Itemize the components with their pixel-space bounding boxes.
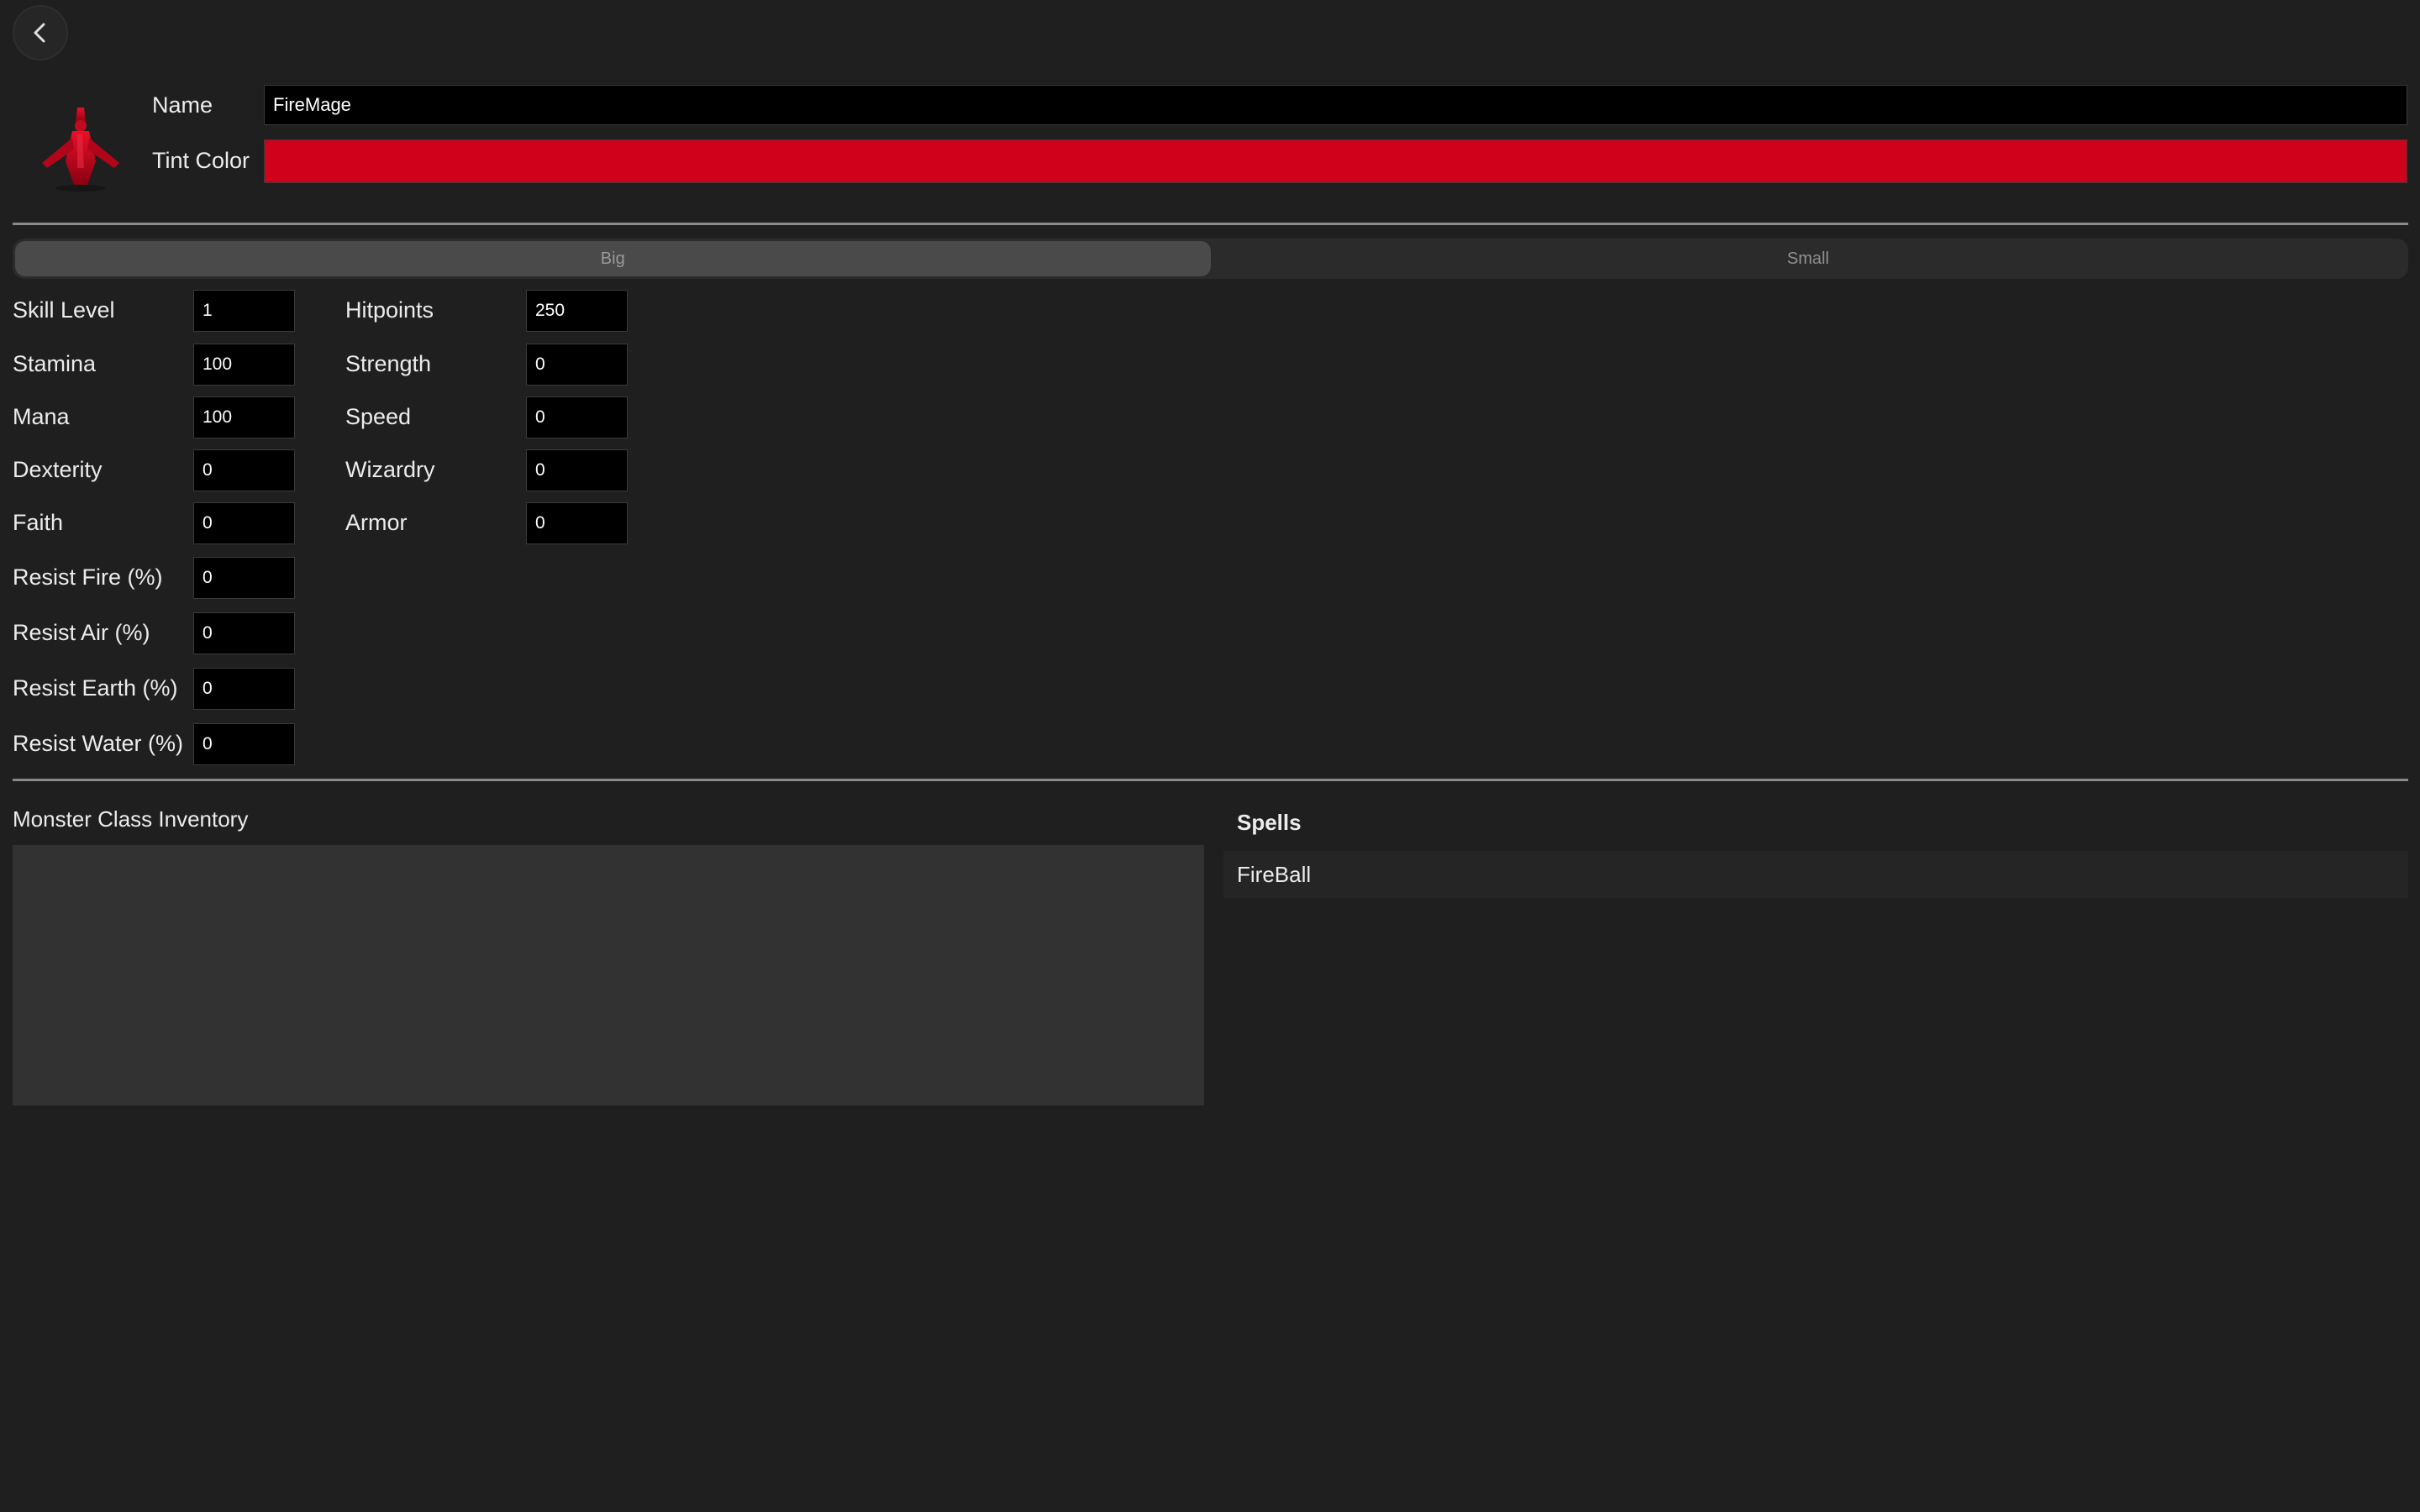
stat-label-stamina: Stamina <box>13 351 97 376</box>
name-label: Name <box>152 92 213 118</box>
stat-label-faith: Faith <box>13 510 64 535</box>
inventory-title: Monster Class Inventory <box>13 806 249 832</box>
stat-label-wizardry: Wizardry <box>345 457 435 482</box>
stat-input-wizardry[interactable] <box>526 449 628 491</box>
stat-input-resist-earth[interactable] <box>193 668 295 710</box>
stat-input-stamina[interactable] <box>193 344 295 386</box>
stat-label-armor: Armor <box>345 510 408 535</box>
name-input[interactable] <box>264 85 2407 125</box>
stat-input-speed[interactable] <box>526 396 628 438</box>
stat-input-resist-fire[interactable] <box>193 557 295 599</box>
stat-label-mana: Mana <box>13 404 70 429</box>
size-segmented-control: Big Small <box>13 239 2408 279</box>
stat-label-skill-level: Skill Level <box>13 297 115 323</box>
stat-label-hitpoints: Hitpoints <box>345 297 434 323</box>
back-button[interactable] <box>13 5 68 60</box>
stat-input-hitpoints[interactable] <box>526 290 628 332</box>
divider-bottom <box>13 779 2408 781</box>
stat-input-strength[interactable] <box>526 344 628 386</box>
stat-label-dexterity: Dexterity <box>13 457 103 482</box>
stat-label-strength: Strength <box>345 351 432 376</box>
stat-label-resist-water: Resist Water (%) <box>13 731 184 756</box>
stat-input-armor[interactable] <box>526 502 628 544</box>
chevron-left-icon <box>34 23 45 43</box>
stat-input-faith[interactable] <box>193 502 295 544</box>
stat-label-resist-earth: Resist Earth (%) <box>13 675 178 701</box>
monster-sprite-icon[interactable] <box>34 101 128 195</box>
tint-color-swatch[interactable] <box>264 139 2407 183</box>
stat-input-mana[interactable] <box>193 396 295 438</box>
monster-class-editor: Name Tint Color Big Small Skill Level St… <box>0 0 2420 1512</box>
stat-input-resist-water[interactable] <box>193 723 295 765</box>
stat-input-skill-level[interactable] <box>193 290 295 332</box>
tint-color-label: Tint Color <box>152 148 250 173</box>
spells-title: Spells <box>1237 810 1302 835</box>
stat-label-resist-fire: Resist Fire (%) <box>13 564 163 590</box>
inventory-drop-area[interactable] <box>13 845 1204 1105</box>
stat-label-speed: Speed <box>345 404 412 429</box>
divider-top <box>13 223 2408 225</box>
stat-label-resist-air: Resist Air (%) <box>13 620 150 645</box>
segment-big[interactable]: Big <box>15 241 1211 276</box>
stat-input-resist-air[interactable] <box>193 612 295 654</box>
spell-list-item[interactable]: FireBall <box>1223 851 2408 898</box>
segment-small[interactable]: Small <box>1211 241 2407 276</box>
stat-input-dexterity[interactable] <box>193 449 295 491</box>
red-monster-sprite-icon <box>42 108 119 192</box>
